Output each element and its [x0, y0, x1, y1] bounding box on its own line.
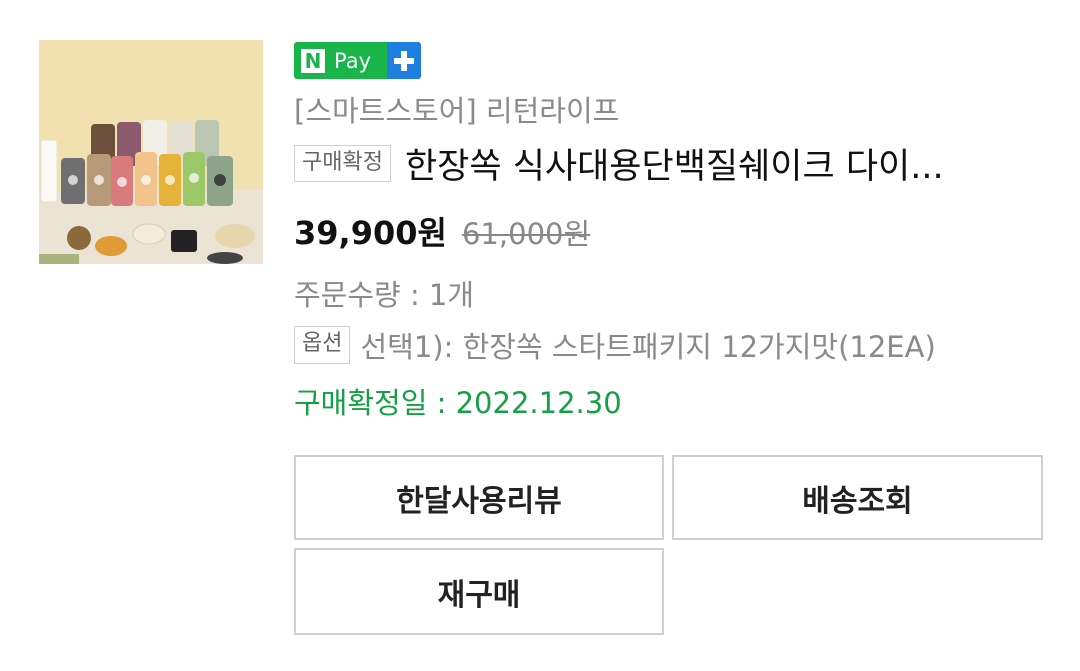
- naver-n-logo: N: [294, 42, 332, 79]
- sale-price: 39,900원: [294, 214, 447, 252]
- track-shipping-button[interactable]: 배송조회: [672, 455, 1043, 540]
- status-badge: 구매확정: [294, 144, 391, 183]
- order-quantity: 주문수량 : 1개: [294, 278, 475, 312]
- plus-icon: [387, 42, 421, 79]
- n-letter: N: [301, 48, 325, 73]
- rebuy-button[interactable]: 재구매: [294, 548, 664, 635]
- title-row: 구매확정 한장쏙 식사대용단백질쉐이크 다이...: [294, 138, 1013, 189]
- price-row: 39,900원 61,000원: [294, 208, 590, 254]
- option-badge: 옵션: [294, 326, 351, 364]
- purchase-confirm-date: 구매확정일 : 2022.12.30: [294, 386, 622, 420]
- npay-plus-badge: N Pay: [294, 42, 421, 79]
- store-name[interactable]: [스마트스토어] 리턴라이프: [294, 88, 619, 130]
- option-row: 옵션 선택1): 한장쏙 스타트패키지 12가지맛(12EA): [294, 324, 936, 366]
- product-title[interactable]: 한장쏙 식사대용단백질쉐이크 다이...: [405, 138, 1013, 189]
- product-photo-illustration: [39, 40, 263, 264]
- original-price: 61,000원: [462, 217, 591, 251]
- product-image[interactable]: [39, 40, 263, 264]
- monthly-review-button[interactable]: 한달사용리뷰: [294, 455, 664, 540]
- option-text: 선택1): 한장쏙 스타트패키지 12가지맛(12EA): [360, 330, 936, 364]
- pay-label: Pay: [332, 42, 387, 79]
